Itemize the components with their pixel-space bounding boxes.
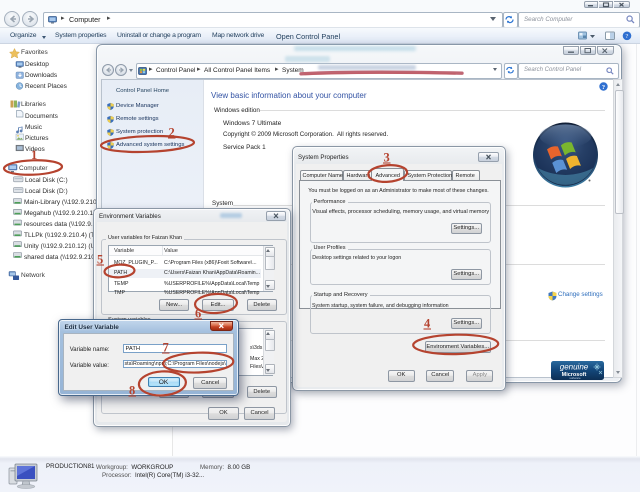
svg-text:genuine: genuine <box>560 362 589 371</box>
svg-text:software: software <box>569 376 581 380</box>
svg-text:?: ? <box>602 84 605 91</box>
svg-text:?: ? <box>626 33 629 40</box>
